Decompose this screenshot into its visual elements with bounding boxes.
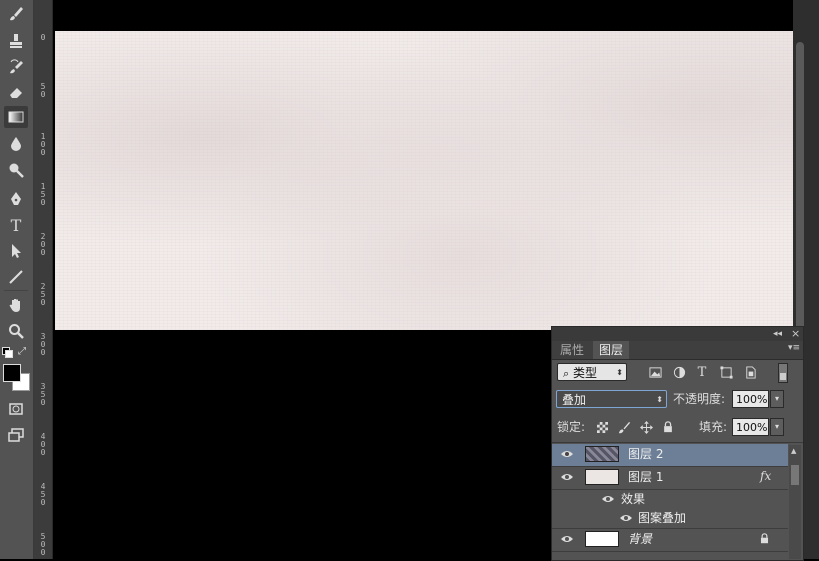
quick-mask-icon[interactable] — [4, 398, 28, 420]
collapse-panel-button[interactable]: ◂◂ — [773, 327, 782, 341]
layers-scrollbar-thumb[interactable] — [791, 465, 799, 485]
filter-row: ⌕ 类型 ⬍ T — [552, 363, 803, 383]
layers-panel: ◂◂ × 属性 图层 ▾≡ ⌕ 类型 ⬍ T 叠加 ⬍ 不透明度: 100% ▾… — [551, 326, 804, 561]
chevron-down-icon: ▾ — [774, 394, 779, 403]
shape-filter-icon[interactable] — [718, 364, 734, 380]
chevron-down-icon: ▾ — [774, 422, 779, 431]
effects-label: 效果 — [621, 492, 646, 506]
eraser-icon[interactable] — [4, 81, 28, 103]
layer-thumbnail — [585, 446, 619, 462]
opacity-dropdown-button[interactable]: ▾ — [770, 390, 784, 408]
ruler-label: 250 — [40, 282, 46, 307]
panel-divider — [552, 442, 803, 443]
filter-toggle-switch[interactable] — [778, 363, 788, 383]
layer-thumbnail — [585, 531, 619, 547]
layer-name: 图层 2 — [628, 447, 664, 461]
blend-mode-value: 叠加 — [562, 393, 587, 407]
image-filter-icon[interactable] — [647, 364, 663, 380]
layers-scrollbar[interactable]: ▲ — [789, 445, 801, 559]
lock-position-icon[interactable] — [638, 419, 654, 435]
brush-icon[interactable] — [4, 3, 28, 25]
fill-label: 填充: — [699, 420, 728, 434]
tab-label: 属性 — [560, 343, 585, 357]
layer-row-layer-1[interactable]: 图层 1 fx — [552, 467, 788, 490]
hand-icon[interactable] — [4, 294, 28, 316]
line-icon[interactable] — [4, 266, 28, 288]
tools-panel: T ⤢ — [0, 0, 34, 559]
vertical-ruler: 0 50 100 150 200 250 300 350 400 450 500 — [34, 0, 53, 559]
fill-field[interactable]: 100% — [732, 418, 769, 436]
tab-layers[interactable]: 图层 — [593, 341, 630, 359]
default-colors-icon[interactable] — [2, 347, 13, 358]
dodge-icon[interactable] — [4, 159, 28, 181]
layer-name: 图层 1 — [628, 470, 664, 484]
layer-row-layer-2[interactable]: 图层 2 — [552, 444, 788, 467]
search-icon: ⌕ — [563, 367, 570, 380]
tab-properties[interactable]: 属性 — [554, 341, 590, 359]
screen-mode-icon[interactable] — [4, 424, 28, 446]
foreground-color-swatch[interactable] — [3, 364, 21, 382]
updown-arrow-icon: ⬍ — [656, 395, 663, 404]
opacity-label: 不透明度: — [673, 392, 726, 406]
blend-row: 叠加 ⬍ 不透明度: 100% ▾ — [552, 390, 803, 410]
tab-label: 图层 — [599, 343, 624, 357]
ruler-label: 350 — [40, 382, 46, 407]
lock-pixels-icon[interactable] — [616, 419, 632, 435]
opacity-value: 100% — [736, 393, 768, 406]
close-panel-button[interactable]: × — [791, 327, 800, 341]
type-glyph: T — [10, 215, 22, 235]
smart-object-filter-icon[interactable] — [742, 364, 758, 380]
document-canvas[interactable] — [55, 31, 793, 330]
pattern-overlay-row[interactable]: 图案叠加 — [552, 509, 788, 529]
panel-tabs: 属性 图层 ▾≡ — [552, 341, 803, 360]
zoom-icon[interactable] — [4, 320, 28, 342]
eye-icon[interactable] — [561, 472, 573, 482]
type-filter-icon[interactable]: T — [694, 364, 710, 380]
lock-icon — [759, 533, 770, 547]
lock-transparent-icon[interactable] — [594, 419, 610, 435]
fx-icon[interactable]: fx — [760, 469, 771, 483]
fill-dropdown-button[interactable]: ▾ — [770, 418, 784, 436]
pen-icon[interactable] — [4, 188, 28, 210]
panel-header-bar: ◂◂ × — [552, 327, 803, 341]
ruler-label: 0 — [40, 33, 46, 42]
layer-name: 背景 — [628, 532, 653, 546]
history-brush-icon[interactable] — [4, 56, 28, 78]
fill-value: 100% — [736, 421, 768, 434]
arrow-icon[interactable] — [4, 240, 28, 262]
scroll-up-icon[interactable]: ▲ — [791, 447, 796, 455]
drop-icon[interactable] — [4, 133, 28, 155]
updown-arrow-icon: ⬍ — [616, 368, 623, 377]
ruler-label: 50 — [40, 82, 46, 99]
eye-icon[interactable] — [561, 449, 573, 459]
adjustment-filter-icon[interactable] — [671, 364, 687, 380]
layer-thumbnail — [585, 469, 619, 485]
swap-colors-icon[interactable]: ⤢ — [18, 346, 26, 357]
blend-mode-select[interactable]: 叠加 ⬍ — [556, 390, 667, 408]
gradient-icon[interactable] — [4, 106, 28, 128]
stamp-icon[interactable] — [4, 30, 28, 52]
effect-name: 图案叠加 — [638, 511, 687, 525]
layer-row-background[interactable]: 背景 — [552, 529, 788, 552]
ruler-label: 150 — [40, 182, 46, 207]
eye-icon[interactable] — [602, 494, 614, 504]
opacity-field[interactable]: 100% — [732, 390, 769, 408]
lock-all-icon[interactable] — [660, 419, 676, 435]
ruler-label: 300 — [40, 332, 46, 357]
effects-row[interactable]: 效果 — [552, 490, 788, 509]
ruler-label: 450 — [40, 482, 46, 507]
ruler-label: 100 — [40, 132, 46, 157]
type-icon[interactable]: T — [4, 214, 28, 236]
eye-icon[interactable] — [620, 513, 632, 523]
filter-type-select[interactable]: ⌕ 类型 ⬍ — [557, 363, 627, 381]
ruler-label: 200 — [40, 232, 46, 257]
eye-icon[interactable] — [561, 534, 573, 544]
filter-type-label: 类型 — [573, 366, 598, 380]
ruler-label: 400 — [40, 432, 46, 457]
ruler-label: 500 — [40, 532, 46, 557]
scrollbar-thumb[interactable] — [796, 42, 804, 342]
lock-row: 锁定: 填充: 100% ▾ — [552, 418, 803, 438]
lock-label: 锁定: — [557, 420, 586, 434]
panel-menu-button[interactable]: ▾≡ — [788, 343, 800, 353]
